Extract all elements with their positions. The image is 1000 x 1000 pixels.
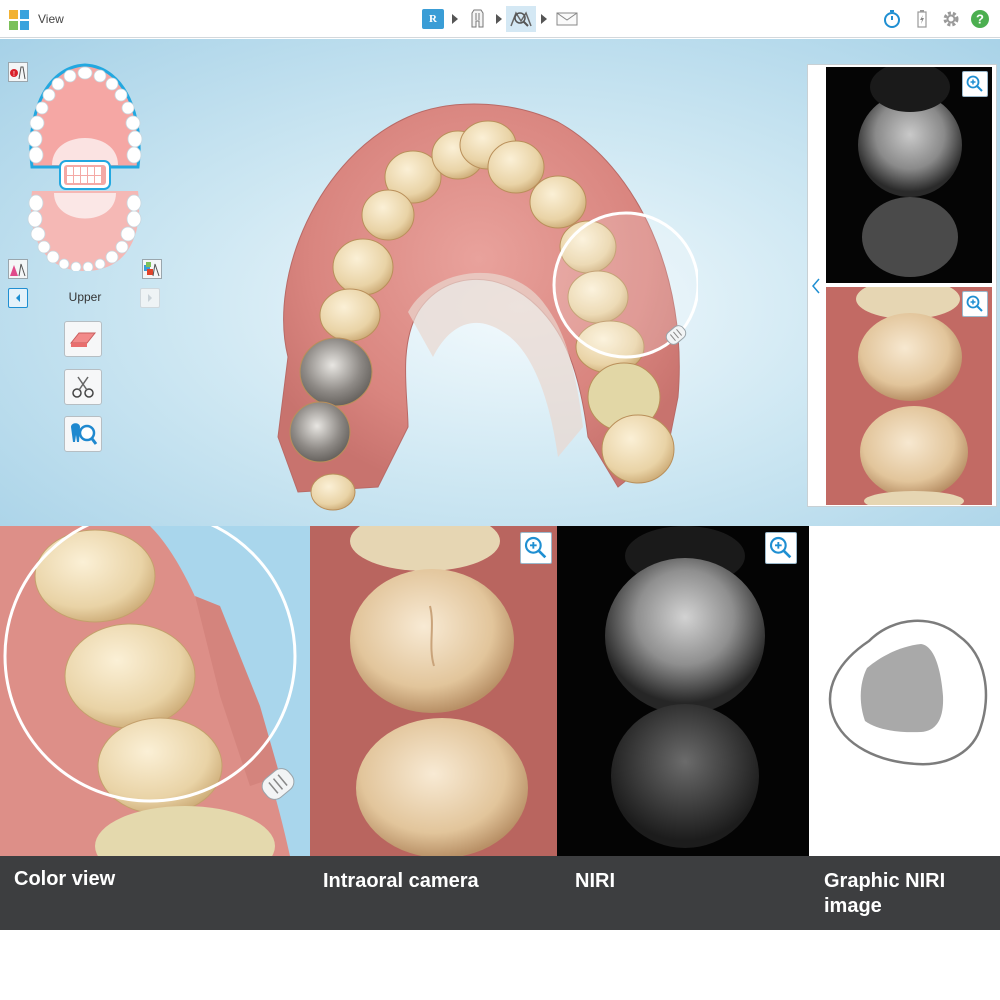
view-title: View xyxy=(38,12,64,26)
color-mode-icon xyxy=(10,263,26,277)
caption-intraoral-camera: Intraoral camera xyxy=(323,870,479,892)
zoom-in-icon xyxy=(769,536,792,559)
niri-thumbnail-image xyxy=(858,67,962,277)
caption-color-view: Color view xyxy=(14,868,116,890)
step-arrow-icon xyxy=(496,14,502,24)
scissors-tool-button[interactable] xyxy=(64,369,102,405)
zoom-in-icon xyxy=(524,536,547,559)
zoom-button[interactable] xyxy=(962,71,988,97)
zoom-button[interactable] xyxy=(962,291,988,317)
tooth-magnify-tool-button[interactable] xyxy=(64,416,102,452)
send-step-button[interactable] xyxy=(552,6,582,32)
scissors-tool-icon xyxy=(72,376,94,398)
battery-icon[interactable] xyxy=(912,9,932,29)
niri-toggle-button[interactable] xyxy=(142,259,162,279)
eraser-tool-button[interactable] xyxy=(64,321,102,357)
jaw-label: Upper xyxy=(68,290,102,304)
model-viewer[interactable]: ! Upper xyxy=(0,39,1000,526)
chevron-right-icon xyxy=(148,294,152,302)
graphic-niri-diagram xyxy=(828,619,988,766)
view-tool-icon xyxy=(510,11,532,27)
eraser-tool-icon xyxy=(69,332,97,347)
caption-graphic-niri: Graphic NIRI image xyxy=(824,870,946,917)
svg-text:?: ? xyxy=(976,12,984,27)
niri-mode-icon xyxy=(144,262,160,277)
send-icon xyxy=(556,12,578,26)
scan-icon xyxy=(471,9,484,28)
intraoral-thumbnail-image xyxy=(856,287,968,505)
chevron-left-icon[interactable] xyxy=(810,277,822,295)
app-grid-icon[interactable] xyxy=(9,10,29,30)
intraoral-camera-thumbnail[interactable] xyxy=(826,287,992,505)
help-icon[interactable]: ? xyxy=(970,9,990,29)
color-view-image xyxy=(0,526,297,856)
chevron-left-icon xyxy=(16,294,20,302)
zoom-button[interactable] xyxy=(765,532,797,564)
rx-step-button[interactable]: R xyxy=(418,6,448,32)
niri-panel xyxy=(557,526,809,856)
right-thumbnail-panel xyxy=(807,64,997,507)
zoom-in-icon xyxy=(966,75,983,92)
step-arrow-icon xyxy=(452,14,458,24)
dental-arch-3d-model[interactable] xyxy=(258,97,698,517)
page: View R ? ! Upper Color view Intraoral ca… xyxy=(0,0,1000,1000)
previous-jaw-button[interactable] xyxy=(8,288,28,308)
zoom-button[interactable] xyxy=(520,532,552,564)
graphic-niri-panel xyxy=(809,526,1000,856)
view-step-button[interactable] xyxy=(506,6,536,32)
svg-text:!: ! xyxy=(13,71,15,78)
step-arrow-icon xyxy=(541,14,547,24)
jaw-selector-diagram[interactable] xyxy=(22,59,148,271)
next-jaw-button[interactable] xyxy=(140,288,160,308)
niri-thumbnail[interactable] xyxy=(826,67,992,283)
caption-niri: NIRI xyxy=(575,870,615,892)
intraoral-camera-image xyxy=(350,526,528,856)
rx-icon: R xyxy=(422,9,444,29)
zoom-in-icon xyxy=(966,295,983,312)
color-view-panel xyxy=(0,526,310,856)
intraoral-camera-panel xyxy=(310,526,557,856)
caption-bar: Color view Intraoral camera NIRI Graphic… xyxy=(0,856,1000,930)
top-toolbar: View R ? xyxy=(0,0,1000,38)
niri-image xyxy=(605,526,765,848)
timer-icon[interactable] xyxy=(882,9,902,29)
tooth-magnify-tool-icon xyxy=(71,423,98,445)
settings-gear-icon[interactable] xyxy=(941,9,961,29)
color-toggle-button[interactable] xyxy=(8,259,28,279)
scan-step-button[interactable] xyxy=(462,6,492,32)
